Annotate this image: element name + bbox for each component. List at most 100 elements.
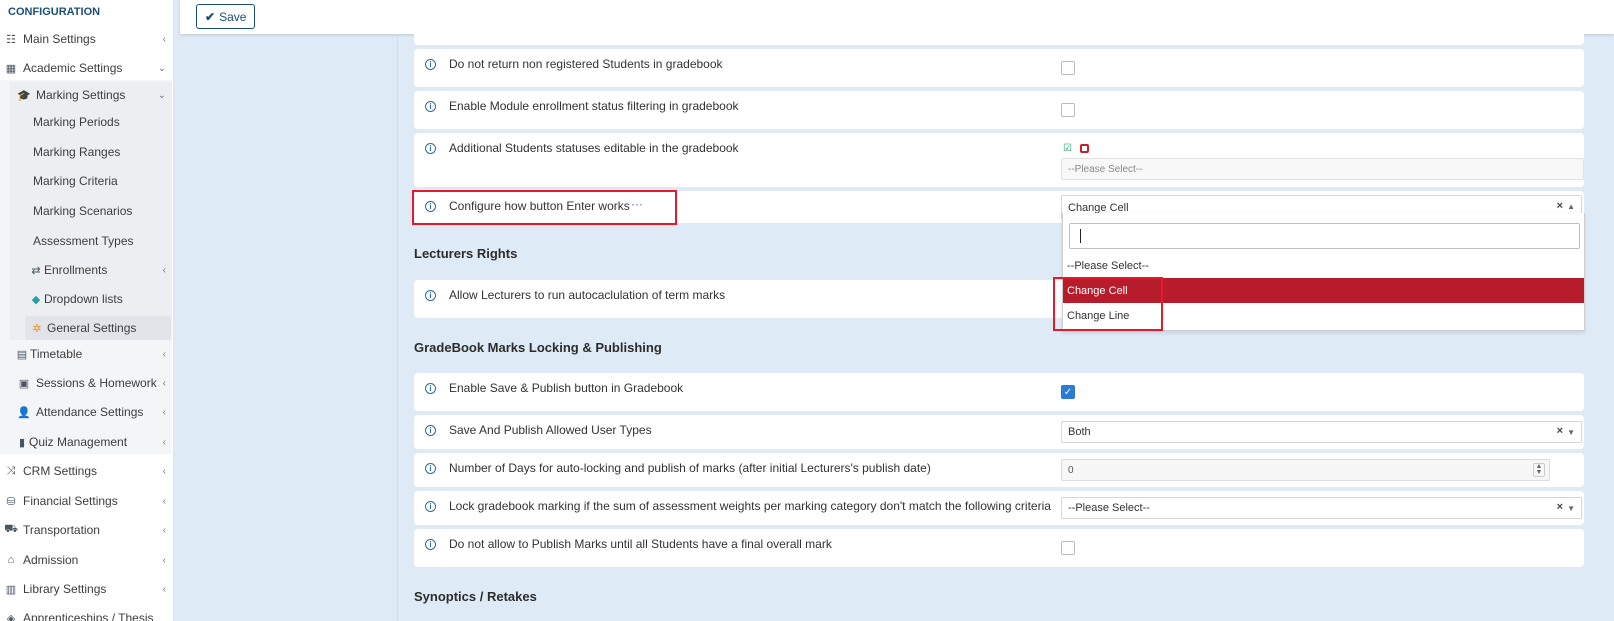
section-title-synoptics: Synoptics / Retakes [414,589,537,604]
chevron-down-icon: ⌄ [157,62,166,74]
sidebar-item-enrollments[interactable]: ⇄ Enrollments ‹ [0,258,172,282]
sidebar-item-label: Assessment Types [33,234,134,248]
sidebar-item-transportation[interactable]: ⛟ Transportation ‹ [0,518,172,542]
sidebar-item-label: Quiz Management [29,435,128,449]
sliders-icon: ☷ [6,33,16,46]
chevron-left-icon: ‹ [162,436,166,448]
module-enroll-checkbox[interactable] [1061,103,1075,117]
chevron-left-icon: ‹ [162,495,166,507]
save-button[interactable]: ✔ Save [196,4,256,29]
sidebar-item-library-settings[interactable]: ▥ Library Settings ‹ [0,577,172,601]
sidebar-item-label: Dropdown lists [44,292,123,306]
user-types-select[interactable]: Both × ▼ [1061,421,1582,443]
sidebar: CONFIGURATION ☷ Main Settings ‹ ▦ Academ… [0,0,174,621]
save-publish-checkbox[interactable]: ✓ [1061,385,1075,399]
sidebar-item-quiz-management[interactable]: ▮ Quiz Management ‹ [0,430,172,454]
academic-icon: ▦ [5,62,17,75]
info-icon[interactable]: i [425,383,436,394]
sidebar-item-crm-settings[interactable]: ⤨ CRM Settings ‹ [0,459,172,483]
settings-row-no-publish: i Do not allow to Publish Marks until al… [414,529,1584,567]
additional-statuses-select[interactable]: --Please Select-- [1061,158,1584,180]
info-icon[interactable]: i [425,425,436,436]
info-icon[interactable]: i [425,290,436,301]
chevron-left-icon: ‹ [162,348,166,360]
clear-icon[interactable]: × [1557,425,1563,437]
info-icon[interactable]: i [425,463,436,474]
settings-row-nonreg: i Do not return non registered Students … [414,49,1584,87]
sidebar-item-general-settings[interactable]: ✲ General Settings [0,316,172,340]
sidebar-item-marking-scenarios[interactable]: Marking Scenarios [0,199,172,223]
settings-row-lock-weights: i Lock gradebook marking if the sum of a… [414,491,1584,525]
no-publish-checkbox[interactable] [1061,541,1075,555]
user-check-icon: 👤 [17,406,31,419]
setting-label: Allow Lecturers to run autocaclulation o… [449,288,726,302]
sidebar-item-dropdown-lists[interactable]: ◆ Dropdown lists [0,287,172,311]
chevron-left-icon: ‹ [162,465,166,477]
deselect-all-icon[interactable] [1080,144,1089,153]
info-icon[interactable]: i [425,501,436,512]
setting-label: Save And Publish Allowed User Types [449,423,652,437]
select-value: --Please Select-- [1068,502,1150,514]
sidebar-item-label: General Settings [47,321,137,335]
caret-down-icon[interactable]: ▼ [1567,428,1575,437]
calendar-icon: ▤ [16,348,28,361]
save-button-label: Save [219,9,247,24]
chevron-down-icon: ⌄ [157,89,166,101]
settings-row-additional-statuses: i Additional Students statuses editable … [414,133,1584,187]
coins-icon: ⛁ [6,495,16,508]
sidebar-item-sessions-homework[interactable]: ▣ Sessions & Homework ‹ [0,371,172,395]
sidebar-item-label: Main Settings [23,32,96,46]
top-toolbar: ✔ Save [180,0,1614,34]
settings-row-user-types: i Save And Publish Allowed User Types Bo… [414,415,1584,449]
graduation-icon: ◈ [6,612,16,621]
sidebar-item-label: Enrollments [44,263,108,277]
info-icon[interactable]: i [425,101,436,112]
annotation-box-options [1053,277,1163,331]
info-icon[interactable]: i [425,143,436,154]
sidebar-item-label: Timetable [30,347,83,361]
chevron-left-icon: ‹ [162,554,166,566]
sidebar-title: CONFIGURATION [8,6,101,18]
setting-label: Lock gradebook marking if the sum of ass… [449,499,1051,513]
sidebar-item-assessment-types[interactable]: Assessment Types [0,229,172,253]
chevron-left-icon: ‹ [162,377,166,389]
chevron-left-icon: ‹ [162,524,166,536]
settings-row-days-lock: i Number of Days for auto-locking and pu… [414,453,1584,487]
clear-icon[interactable]: × [1557,501,1563,513]
sidebar-item-financial-settings[interactable]: ⛁ Financial Settings ‹ [0,489,172,513]
spinner-icon[interactable]: ▲ ▼ [1533,463,1545,477]
section-title-gradebook: GradeBook Marks Locking & Publishing [414,340,662,355]
sidebar-item-marking-settings[interactable]: 🎓 Marking Settings ⌄ [0,83,172,107]
sidebar-item-apprenticeships[interactable]: ◈ Apprenticeships / Thesis [0,606,172,621]
nonreg-checkbox[interactable] [1061,61,1075,75]
caret-up-icon[interactable]: ▲ [1567,202,1575,211]
lock-weights-select[interactable]: --Please Select-- × ▼ [1061,497,1582,519]
dropdown-option-please-select[interactable]: --Please Select-- [1063,253,1584,278]
sidebar-item-label: Marking Periods [33,115,120,129]
sidebar-item-marking-periods[interactable]: Marking Periods [0,110,172,134]
sidebar-item-main-settings[interactable]: ☷ Main Settings ‹ [0,27,172,51]
chevron-left-icon: ‹ [162,264,166,276]
dropdown-search-input[interactable] [1069,223,1580,249]
select-all-icon[interactable]: ☑ [1063,143,1072,154]
clear-icon[interactable]: × [1557,200,1563,212]
setting-label: Additional Students statuses editable in… [449,141,739,155]
sidebar-item-marking-ranges[interactable]: Marking Ranges [0,140,172,164]
check-icon: ✔ [205,9,216,24]
sidebar-item-academic-settings[interactable]: ▦ Academic Settings ⌄ [0,56,172,80]
info-icon[interactable]: i [425,539,436,550]
sidebar-item-admission[interactable]: ⌂ Admission ‹ [0,548,172,572]
sidebar-item-timetable[interactable]: ▤ Timetable ‹ [0,342,172,366]
days-lock-input[interactable]: 0 ▲ ▼ [1061,459,1550,481]
sidebar-item-label: Attendance Settings [36,405,144,419]
info-icon[interactable]: i [425,59,436,70]
sidebar-item-attendance-settings[interactable]: 👤 Attendance Settings ‹ [0,400,172,424]
sidebar-item-label: Apprenticeships / Thesis [23,611,154,621]
setting-label: Do not allow to Publish Marks until all … [449,537,832,551]
setting-label: Enable Save & Publish button in Gradeboo… [449,381,684,395]
caret-down-icon[interactable]: ▼ [1567,504,1575,513]
sidebar-item-label: Marking Ranges [33,145,121,159]
sidebar-item-label: Academic Settings [23,61,123,75]
library-icon: ▥ [5,583,17,596]
sidebar-item-marking-criteria[interactable]: Marking Criteria [0,169,172,193]
